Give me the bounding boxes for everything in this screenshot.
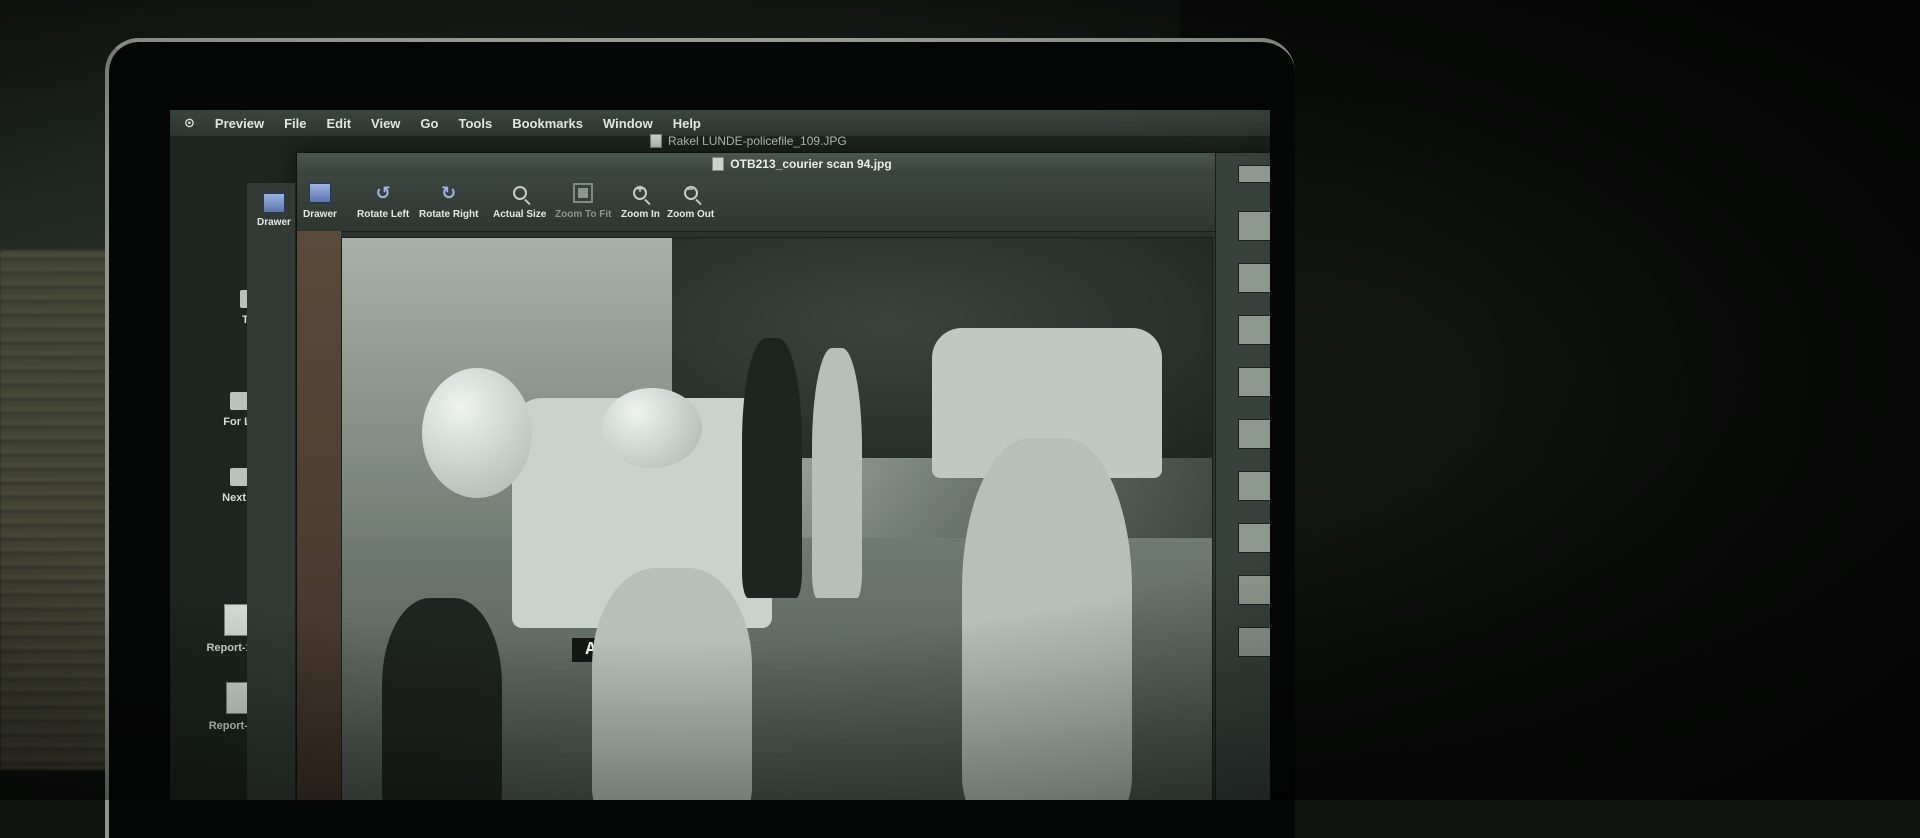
zoom-to-fit-icon <box>573 183 594 203</box>
rotate-left-icon: ↺ <box>375 182 391 203</box>
drawer-button[interactable]: Drawer <box>303 181 337 220</box>
file-icon <box>650 134 662 148</box>
thumbnail[interactable] <box>1238 211 1270 241</box>
person <box>962 438 1132 800</box>
rotate-left-label: Rotate Left <box>357 209 410 220</box>
menu-go[interactable]: Go <box>420 116 438 131</box>
balloon <box>602 388 702 468</box>
thumbnail[interactable] <box>1238 165 1270 183</box>
zoom-out-icon <box>683 182 698 200</box>
drawer-panel: Drawer <box>247 183 296 800</box>
drawer-wood-strip <box>297 231 341 800</box>
thumbnail[interactable] <box>1238 523 1270 553</box>
laptop-screen: ⊙ Preview File Edit View Go Tools Bookma… <box>170 110 1270 800</box>
drawer-icon <box>308 183 331 203</box>
window-titlebar[interactable]: OTB213_courier scan 94.jpg <box>297 153 1270 175</box>
menu-app-name[interactable]: Preview <box>215 116 264 131</box>
person <box>592 568 752 800</box>
actual-size-button[interactable]: Actual Size <box>493 181 546 220</box>
rotate-left-button[interactable]: ↺ Rotate Left <box>357 181 410 221</box>
zoom-to-fit-label: Zoom To Fit <box>555 209 612 220</box>
person <box>382 598 502 800</box>
background-window-title[interactable]: Rakel LUNDE-policefile_109.JPG <box>650 134 847 148</box>
menu-view[interactable]: View <box>371 116 400 131</box>
thumbnail[interactable] <box>1238 367 1270 397</box>
drawer-toggle-left[interactable]: Drawer <box>257 193 291 228</box>
menu-edit[interactable]: Edit <box>326 116 351 131</box>
file-icon <box>712 157 725 171</box>
actual-size-label: Actual Size <box>493 209 547 220</box>
rotate-right-icon: ↻ <box>441 182 457 203</box>
zoom-to-fit-button[interactable]: Zoom To Fit <box>555 181 611 220</box>
thumbnail[interactable] <box>1238 419 1270 449</box>
menu-file[interactable]: File <box>284 116 306 131</box>
image-canvas[interactable]: AC 3 <box>341 237 1213 800</box>
person <box>742 338 802 598</box>
thumbnail[interactable] <box>1238 575 1270 605</box>
apple-menu-icon[interactable]: ⊙ <box>184 115 195 131</box>
toolbar: Drawer ↺ Rotate Left ↻ Rotate Right Actu… <box>297 175 1270 232</box>
thumbnail[interactable] <box>1238 315 1270 345</box>
menu-help[interactable]: Help <box>673 116 701 131</box>
zoom-in-icon <box>633 182 648 200</box>
drawer-label: Drawer <box>303 209 337 220</box>
rotate-right-label: Rotate Right <box>419 209 479 220</box>
person <box>812 348 862 598</box>
drawer-left-label: Drawer <box>257 217 291 228</box>
zoom-in-label: Zoom In <box>621 209 660 220</box>
menubar: ⊙ Preview File Edit View Go Tools Bookma… <box>170 110 1270 136</box>
thumbnail[interactable] <box>1238 627 1270 657</box>
thumbnail[interactable] <box>1238 263 1270 293</box>
zoom-in-button[interactable]: Zoom In <box>621 181 660 220</box>
thumbnail[interactable] <box>1238 471 1270 501</box>
rotate-right-button[interactable]: ↻ Rotate Right <box>419 181 479 221</box>
menu-window[interactable]: Window <box>603 116 653 131</box>
magnifier-icon <box>512 186 527 200</box>
balloon <box>422 368 532 498</box>
zoom-out-label: Zoom Out <box>667 209 715 220</box>
zoom-out-button[interactable]: Zoom Out <box>667 181 714 220</box>
window-title: OTB213_courier scan 94.jpg <box>730 157 892 171</box>
drawer-icon <box>262 193 285 213</box>
menu-bookmarks[interactable]: Bookmarks <box>512 116 583 131</box>
thumbnail-drawer <box>1215 153 1270 800</box>
menu-tools[interactable]: Tools <box>458 116 492 131</box>
preview-window: Drawer OTB213_courier scan 94.jpg Drawer… <box>247 152 1270 800</box>
background-window-title-text: Rakel LUNDE-policefile_109.JPG <box>668 134 847 148</box>
